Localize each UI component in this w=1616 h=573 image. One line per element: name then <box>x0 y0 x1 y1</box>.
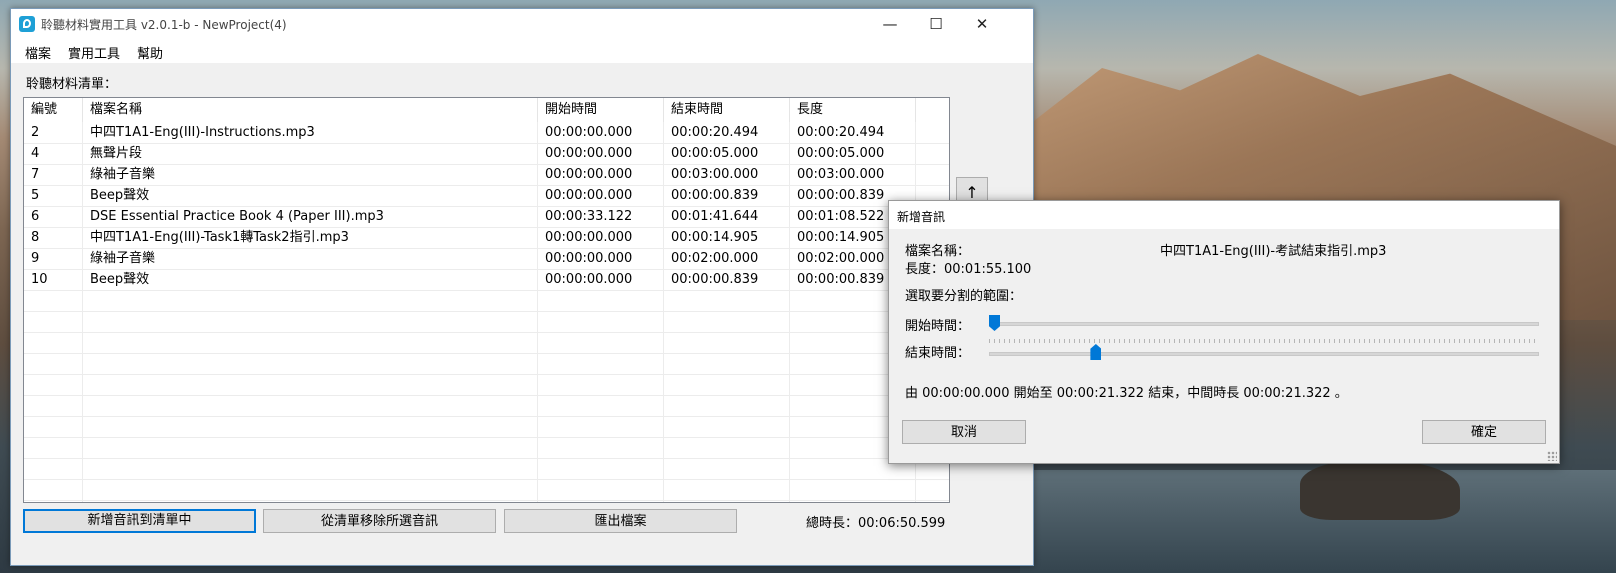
menu-bar: 檔案 實用工具 幫助 <box>11 39 1033 63</box>
slider-ticks <box>989 339 1537 343</box>
title-bar[interactable]: 聆聽材料實用工具 v2.0.1-b - NewProject(4) — ☐ ✕ <box>11 9 1033 39</box>
export-button[interactable]: 匯出檔案 <box>504 509 737 533</box>
table-cell: Beep聲效 <box>90 272 150 287</box>
start-slider-track[interactable] <box>989 322 1539 326</box>
add-audio-dialog: 新增音訊 檔案名稱： 中四T1A1-Eng(III)-考試結束指引.mp3 長度… <box>888 200 1560 464</box>
empty-row <box>24 290 949 312</box>
table-cell: 中四T1A1-Eng(III)-Task1轉Task2指引.mp3 <box>90 230 349 245</box>
table-cell: 00:00:00.000 <box>545 188 633 203</box>
table-cell: 綠袖子音樂 <box>90 251 156 266</box>
table-cell: 00:00:00.839 <box>671 272 759 287</box>
table-cell: 無聲片段 <box>90 146 143 161</box>
app-icon <box>19 16 35 32</box>
table-cell: 2 <box>31 125 40 140</box>
column-header-end[interactable]: 結束時間 <box>664 98 790 122</box>
column-header-filename[interactable]: 檔案名稱 <box>83 98 538 122</box>
empty-row <box>24 374 949 396</box>
audio-list[interactable]: 編號 檔案名稱 開始時間 結束時間 長度 2 中四T1A1-Eng(III)-In… <box>23 97 950 503</box>
table-row[interactable]: 5 Beep聲效 00:00:00.000 00:00:00.839 00:00:00.… <box>24 185 949 207</box>
ok-button[interactable]: 確定 <box>1422 420 1546 444</box>
table-cell: 4 <box>31 146 40 161</box>
table-cell: 00:00:20.494 <box>797 125 885 140</box>
table-cell: 中四T1A1-Eng(III)-Instructions.mp3 <box>90 125 315 140</box>
table-cell: 00:00:00.000 <box>545 251 633 266</box>
close-button[interactable]: ✕ <box>959 9 1005 39</box>
menu-utilities[interactable]: 實用工具 <box>68 43 120 62</box>
table-cell: 00:03:00.000 <box>797 167 885 182</box>
table-cell: 00:00:00.000 <box>545 146 633 161</box>
table-cell: 00:00:00.000 <box>545 125 633 140</box>
range-summary: 由 00:00:00.000 開始至 00:00:21.322 結束，中間時長 … <box>905 386 1348 401</box>
empty-row <box>24 311 949 333</box>
empty-row <box>24 437 949 459</box>
table-cell: 00:03:00.000 <box>671 167 759 182</box>
add-audio-button[interactable]: 新增音訊到清單中 <box>23 509 256 533</box>
empty-row <box>24 458 949 480</box>
minimize-button[interactable]: — <box>867 9 913 39</box>
table-cell: DSE Essential Practice Book 4 (Paper III… <box>90 209 384 224</box>
empty-row <box>24 395 949 417</box>
table-cell: 00:02:00.000 <box>671 251 759 266</box>
table-cell: 8 <box>31 230 40 245</box>
menu-help[interactable]: 幫助 <box>137 43 163 62</box>
table-cell: 00:00:00.839 <box>671 188 759 203</box>
resize-grip[interactable] <box>1547 451 1557 461</box>
end-slider-thumb[interactable] <box>1090 344 1102 360</box>
empty-row <box>24 416 949 438</box>
empty-row <box>24 353 949 375</box>
table-cell: 00:00:00.000 <box>545 272 633 287</box>
empty-row <box>24 479 949 501</box>
empty-row <box>24 332 949 354</box>
table-cell: 00:00:33.122 <box>545 209 633 224</box>
table-cell: 綠袖子音樂 <box>90 167 156 182</box>
table-row[interactable]: 10 Beep聲效 00:00:00.000 00:00:00.839 00:00:00… <box>24 269 949 291</box>
table-cell: 00:00:05.000 <box>671 146 759 161</box>
column-header-start[interactable]: 開始時間 <box>538 98 664 122</box>
wallpaper-rock <box>1300 460 1460 520</box>
dialog-title-bar[interactable]: 新增音訊 <box>889 201 1559 229</box>
table-row[interactable]: 2 中四T1A1-Eng(III)-Instructions.mp3 00:00:0… <box>24 122 949 144</box>
menu-file[interactable]: 檔案 <box>25 43 51 62</box>
table-cell: 00:00:05.000 <box>797 146 885 161</box>
table-cell: 9 <box>31 251 40 266</box>
table-row[interactable]: 9 綠袖子音樂 00:00:00.000 00:02:00.000 00:02:00.0… <box>24 248 949 270</box>
table-cell: 6 <box>31 209 40 224</box>
remove-audio-button[interactable]: 從清單移除所選音訊 <box>263 509 496 533</box>
end-time-label: 結束時間： <box>905 346 971 361</box>
table-row[interactable]: 4 無聲片段 00:00:00.000 00:00:05.000 00:00:05.00… <box>24 143 949 165</box>
length-text: 長度：00:01:55.100 <box>905 262 1032 277</box>
range-label: 選取要分割的範圍： <box>905 289 1023 304</box>
table-cell: Beep聲效 <box>90 188 150 203</box>
table-cell: 00:00:14.905 <box>671 230 759 245</box>
table-cell: 5 <box>31 188 40 203</box>
list-label: 聆聽材料清單： <box>26 77 118 92</box>
start-time-label: 開始時間： <box>905 319 971 334</box>
table-row[interactable]: 6 DSE Essential Practice Book 4 (Paper II… <box>24 206 949 228</box>
file-name-label: 檔案名稱： <box>905 244 971 259</box>
table-cell: 10 <box>31 272 48 287</box>
window-title: 聆聽材料實用工具 v2.0.1-b - NewProject(4) <box>41 18 287 32</box>
file-name-value: 中四T1A1-Eng(III)-考試結束指引.mp3 <box>1160 244 1387 259</box>
total-length: 總時長：00:06:50.599 <box>806 516 946 531</box>
table-row[interactable]: 8 中四T1A1-Eng(III)-Task1轉Task2指引.mp3 00:00:… <box>24 227 949 249</box>
table-row[interactable]: 7 綠袖子音樂 00:00:00.000 00:03:00.000 00:03:00.0… <box>24 164 949 186</box>
column-header-length[interactable]: 長度 <box>790 98 916 122</box>
table-cell: 7 <box>31 167 40 182</box>
dialog-title: 新增音訊 <box>897 210 946 224</box>
table-cell: 00:00:00.000 <box>545 230 633 245</box>
maximize-button[interactable]: ☐ <box>913 9 959 39</box>
start-slider-thumb[interactable] <box>989 315 1000 331</box>
table-cell: 00:01:41.644 <box>671 209 759 224</box>
main-window: 聆聽材料實用工具 v2.0.1-b - NewProject(4) — ☐ ✕ … <box>10 8 1034 566</box>
column-header-id[interactable]: 編號 <box>24 98 83 122</box>
end-slider-track[interactable] <box>989 352 1539 356</box>
table-cell: 00:00:20.494 <box>671 125 759 140</box>
cancel-button[interactable]: 取消 <box>902 420 1026 444</box>
table-cell: 00:00:00.000 <box>545 167 633 182</box>
